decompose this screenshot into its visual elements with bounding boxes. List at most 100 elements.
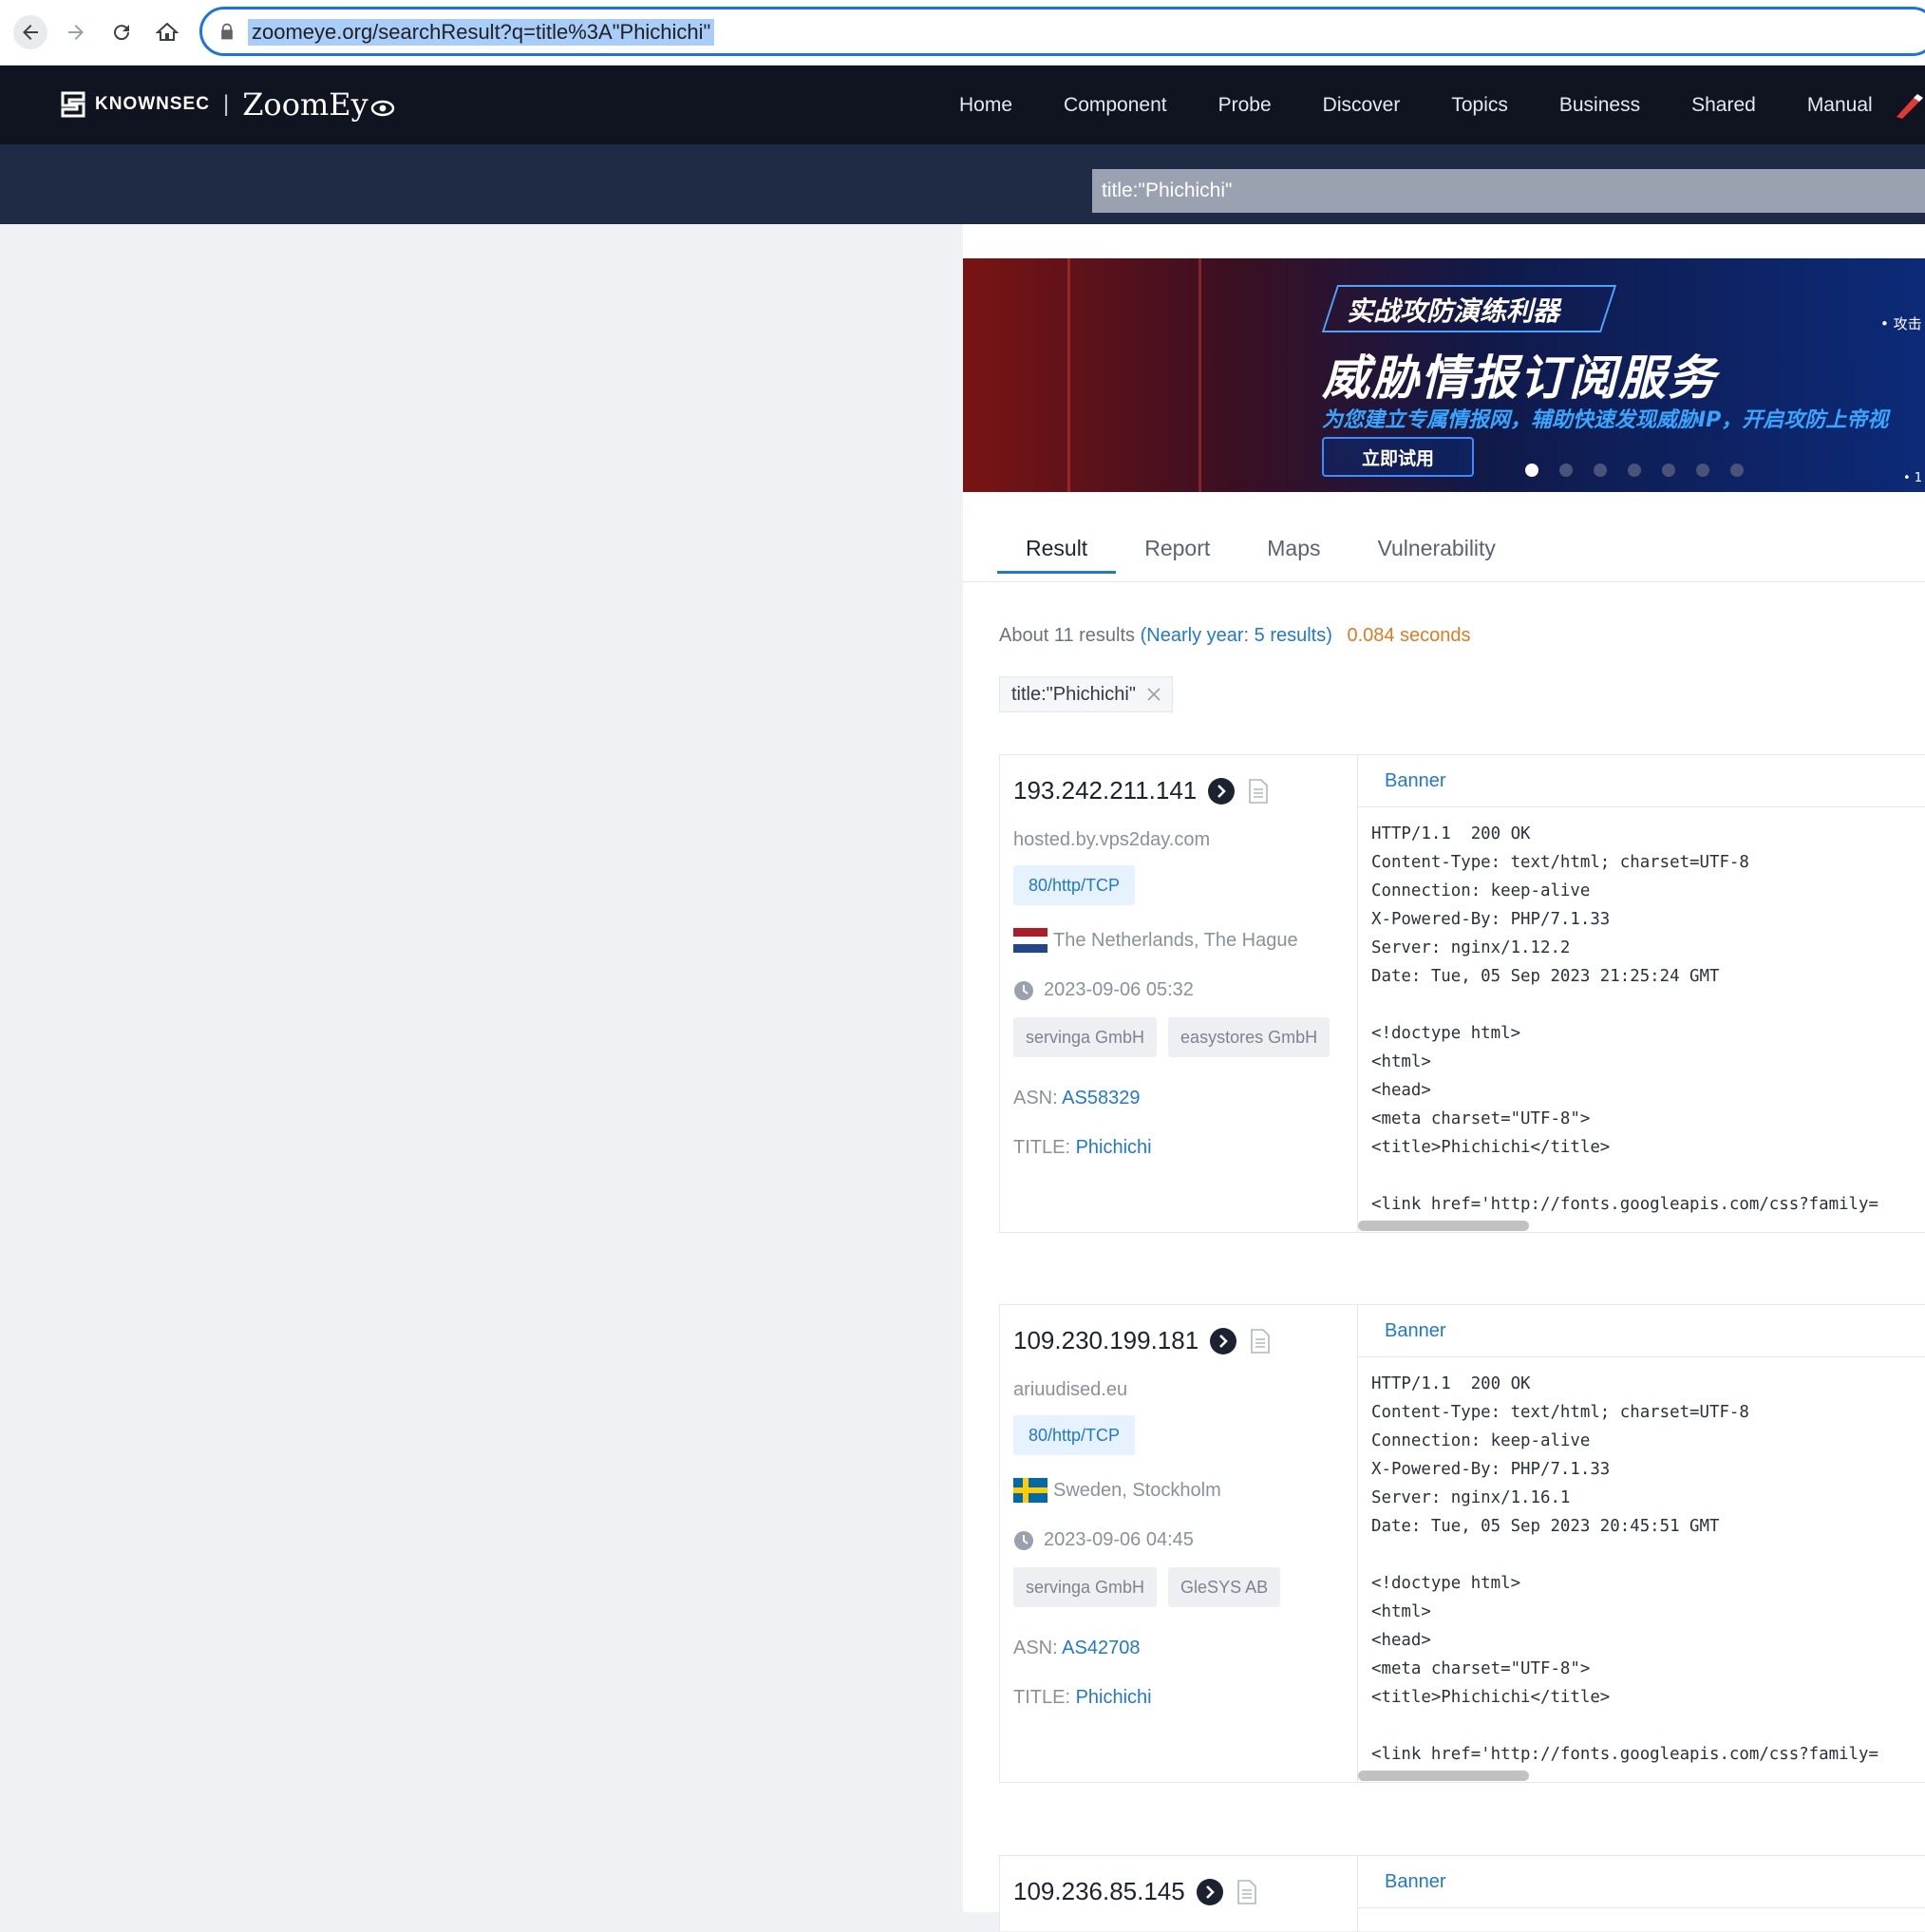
carousel-dot[interactable] xyxy=(1662,464,1675,477)
banner-decoration xyxy=(1198,258,1201,492)
netherlands-flag-icon xyxy=(1013,928,1047,953)
title-row: TITLE: Phichichi xyxy=(1013,1137,1152,1159)
close-icon[interactable] xyxy=(1147,688,1161,701)
banner-tab[interactable]: Banner xyxy=(1385,1871,1446,1893)
document-icon[interactable] xyxy=(1248,778,1269,804)
tab-maps[interactable]: Maps xyxy=(1238,526,1349,581)
reload-button[interactable] xyxy=(104,15,139,49)
document-icon[interactable] xyxy=(1250,1328,1271,1354)
arrow-right-circle-icon[interactable] xyxy=(1208,777,1236,805)
ip-address[interactable]: 193.242.211.141 xyxy=(1013,776,1197,805)
nav-probe[interactable]: Probe xyxy=(1218,94,1272,117)
banner-side-text: • 攻击 xyxy=(1880,315,1922,332)
carousel-dot[interactable] xyxy=(1628,464,1641,477)
sweden-flag-icon xyxy=(1013,1478,1047,1503)
scan-time: 2023-09-06 04:45 xyxy=(1013,1529,1194,1551)
asn-row: ASN: AS42708 xyxy=(1013,1638,1140,1659)
nav-shared[interactable]: Shared xyxy=(1691,94,1756,117)
pencil-icon[interactable] xyxy=(1895,94,1925,119)
org-tag[interactable]: GleSYS AB xyxy=(1168,1567,1281,1607)
nav-topics[interactable]: Topics xyxy=(1451,94,1508,117)
hostname: hosted.by.vps2day.com xyxy=(1013,829,1211,850)
banner-panel: Banner xyxy=(1357,1856,1925,1932)
scan-time: 2023-09-06 05:32 xyxy=(1013,979,1194,1001)
nav-manual[interactable]: Manual xyxy=(1807,94,1873,117)
arrow-right-icon xyxy=(68,25,84,40)
banner-cta-button[interactable]: 立即试用 xyxy=(1322,437,1474,477)
brand-logo[interactable]: KNOWNSEC | ZoomEy xyxy=(57,86,395,123)
lock-icon xyxy=(221,23,233,40)
ip-address[interactable]: 109.236.85.145 xyxy=(1013,1877,1185,1906)
search-input[interactable] xyxy=(1092,169,1925,213)
banner-divider xyxy=(1358,806,1925,807)
title-link[interactable]: Phichichi xyxy=(1076,1687,1152,1708)
results-panel: 实战攻防演练利器 威胁情报订阅服务 为您建立专属情报网，辅助快速发现威胁IP，开… xyxy=(963,224,1925,1932)
url-text[interactable]: zoomeye.org/searchResult?q=title%3A"Phic… xyxy=(248,19,715,46)
org-tag[interactable]: easystores GmbH xyxy=(1168,1017,1331,1057)
brand-zoomeye: ZoomEy xyxy=(242,86,368,123)
nav-discover[interactable]: Discover xyxy=(1323,94,1401,117)
tab-report[interactable]: Report xyxy=(1116,526,1238,581)
banner-panel: Banner HTTP/1.1 200 OK Content-Type: tex… xyxy=(1357,755,1925,1232)
banner-panel: Banner HTTP/1.1 200 OK Content-Type: tex… xyxy=(1357,1305,1925,1782)
result-summary: About 11 results (Nearly year: 5 results… xyxy=(999,625,1471,647)
clock-icon xyxy=(1014,1530,1033,1550)
banner-tab[interactable]: Banner xyxy=(1385,770,1446,792)
home-icon xyxy=(156,22,179,41)
promo-banner[interactable]: 实战攻防演练利器 威胁情报订阅服务 为您建立专属情报网，辅助快速发现威胁IP，开… xyxy=(963,258,1925,492)
knownsec-logo-icon xyxy=(61,91,85,118)
site-header: KNOWNSEC | ZoomEy Home Component Probe D… xyxy=(0,66,1925,144)
document-icon[interactable] xyxy=(1236,1879,1257,1904)
title-link[interactable]: Phichichi xyxy=(1076,1137,1152,1158)
scan-time-text: 2023-09-06 05:32 xyxy=(1044,979,1194,1000)
nearly-year-link[interactable]: (Nearly year: 5 results) xyxy=(1141,625,1332,646)
carousel-dot[interactable] xyxy=(1696,464,1709,477)
arrow-right-circle-icon[interactable] xyxy=(1196,1878,1223,1905)
location-text[interactable]: Sweden, Stockholm xyxy=(1053,1480,1221,1502)
banner-raw-text: HTTP/1.1 200 OK Content-Type: text/html;… xyxy=(1371,824,1878,1214)
carousel-dot[interactable] xyxy=(1525,464,1538,477)
org-tag[interactable]: servinga GmbH xyxy=(1013,1017,1158,1057)
location-text[interactable]: The Netherlands, The Hague xyxy=(1053,930,1298,952)
org-tag[interactable]: servinga GmbH xyxy=(1013,1567,1158,1607)
banner-tag: 实战攻防演练利器 xyxy=(1347,295,1560,327)
address-bar[interactable]: zoomeye.org/searchResult?q=title%3A"Phic… xyxy=(199,7,1925,56)
nav-component[interactable]: Component xyxy=(1064,94,1167,117)
search-time: 0.084 seconds xyxy=(1347,625,1471,646)
banner-tab[interactable]: Banner xyxy=(1385,1320,1446,1342)
home-button[interactable] xyxy=(150,15,184,49)
horizontal-scrollbar[interactable] xyxy=(1358,1221,1529,1231)
browser-toolbar: zoomeye.org/searchResult?q=title%3A"Phic… xyxy=(0,0,1925,66)
carousel-dot[interactable] xyxy=(1730,464,1744,477)
asn-link[interactable]: AS58329 xyxy=(1062,1088,1140,1108)
back-button[interactable] xyxy=(13,15,47,49)
port-badge[interactable]: 80/http/TCP xyxy=(1013,1415,1136,1455)
nav-business[interactable]: Business xyxy=(1559,94,1640,117)
ip-address[interactable]: 109.230.199.181 xyxy=(1013,1326,1198,1355)
org-tags: servinga GmbH easystores GmbH xyxy=(1013,1017,1341,1057)
filter-chip: title:"Phichichi" xyxy=(999,676,1173,712)
banner-raw-text: HTTP/1.1 200 OK Content-Type: text/html;… xyxy=(1371,1374,1878,1764)
carousel-dot[interactable] xyxy=(1559,464,1573,477)
result-card: 109.236.85.145 Banner xyxy=(999,1855,1925,1932)
forward-button[interactable] xyxy=(59,15,93,49)
banner-divider xyxy=(1358,1907,1925,1908)
reload-icon xyxy=(114,25,130,41)
result-tabs: Result Report Maps Vulnerability xyxy=(997,526,1524,581)
port-badge[interactable]: 80/http/TCP xyxy=(1013,865,1136,905)
result-info: 109.236.85.145 xyxy=(1000,1856,1357,1932)
result-card: 193.242.211.141 hosted.by.vps2day.com 80… xyxy=(999,754,1925,1233)
horizontal-scrollbar[interactable] xyxy=(1358,1771,1529,1781)
asn-label: ASN: xyxy=(1013,1638,1058,1658)
nav-home[interactable]: Home xyxy=(959,94,1012,117)
location: Sweden, Stockholm xyxy=(1013,1478,1221,1503)
arrow-right-circle-icon[interactable] xyxy=(1210,1327,1237,1354)
carousel-dot[interactable] xyxy=(1594,464,1607,477)
tabs-divider xyxy=(963,581,1925,582)
tab-vulnerability[interactable]: Vulnerability xyxy=(1349,526,1524,581)
carousel-dots xyxy=(1525,464,1765,477)
asn-link[interactable]: AS42708 xyxy=(1062,1638,1140,1658)
tab-result[interactable]: Result xyxy=(997,526,1117,581)
title-row: TITLE: Phichichi xyxy=(1013,1687,1152,1709)
org-tags: servinga GmbH GleSYS AB xyxy=(1013,1567,1292,1607)
